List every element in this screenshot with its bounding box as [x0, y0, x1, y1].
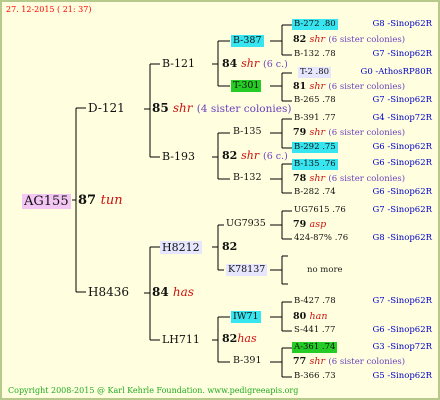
gen1-source: G8 -Sinop62R [372, 233, 432, 243]
gen1-source: G0 -AthosRP80R [360, 67, 432, 77]
gen1-name[interactable]: B-265 .78 [294, 96, 336, 105]
dam-race: shr [172, 101, 193, 115]
gen3-info: 84 shr (6 c.) [222, 57, 288, 70]
gen1-name[interactable]: B-135 .76 [292, 159, 338, 170]
queen-root-name[interactable]: AG155 [22, 194, 71, 209]
pedigree-chart: 27. 12-2015 ( 21: 37) Copyright 2008-201… [0, 0, 440, 400]
queen-root-info: 87 tun [78, 194, 123, 207]
gen2-detail: 79 shr (6 sister colonies) [293, 127, 406, 138]
gen1-source: G6 -Sinop62R [372, 142, 432, 152]
gen1-name[interactable]: B-132 .78 [294, 50, 336, 59]
gen1-name[interactable]: UG7615 .76 [294, 206, 346, 215]
gen3-info: 82 shr (6 c.) [222, 149, 288, 162]
gen1-source: G6 -Sinop62R [372, 187, 432, 197]
gen1-name[interactable]: B-292 .75 [292, 142, 338, 153]
gen1-source: G7 -Sinop62R [372, 95, 432, 105]
gen3-name[interactable]: B-121 [162, 58, 195, 69]
date-stamp: 27. 12-2015 ( 21: 37) [6, 5, 92, 14]
queen-root-race: tun [100, 193, 123, 208]
gen2-detail: 81 shr (6 sister colonies) [293, 81, 406, 92]
queen-root-number: 87 [78, 193, 97, 208]
gen2-detail: 82 shr (6 sister colonies) [293, 34, 406, 45]
gen2-detail: 79 asp [293, 219, 327, 230]
gen2-name[interactable]: B-391 [233, 356, 262, 366]
gen1-name[interactable]: B-272 .80 [292, 19, 338, 30]
dam-number: 85 [152, 101, 169, 115]
gen1-source: G6 -Sinop62R [372, 325, 432, 335]
gen2-detail: no more [307, 265, 343, 275]
sire-race: has [172, 285, 194, 299]
gen1-source: G4 -Sinop72R [372, 113, 432, 123]
gen3-name[interactable]: B-193 [162, 151, 195, 162]
gen1-source: G3 -Sinop72R [372, 342, 432, 352]
gen1-source: G7 -Sinop62R [372, 296, 432, 306]
gen2-name[interactable]: T-301 [231, 80, 262, 92]
sire-number: 84 [152, 285, 169, 299]
gen2-name[interactable]: K78137 [226, 264, 268, 276]
gen2-detail: 78 shr (6 sister colonies) [293, 173, 406, 184]
gen1-source: G7 -Sinop62R [372, 49, 432, 59]
gen1-name[interactable]: S-441 .77 [294, 326, 335, 335]
gen1-name[interactable]: B-282 .74 [294, 188, 336, 197]
gen1-name[interactable]: B-391 .77 [294, 114, 336, 123]
gen3-info: 82has [222, 332, 257, 345]
dam-info: 85 shr (4 sister colonies) [152, 102, 291, 115]
gen2-detail: 77 shr (6 sister colonies) [293, 356, 406, 367]
dam-name[interactable]: D-121 [88, 102, 125, 114]
gen3-info: 82 [222, 240, 238, 253]
gen1-name[interactable]: B-366 .73 [294, 372, 336, 381]
sire-info: 84 has [152, 286, 194, 298]
gen3-name[interactable]: LH711 [162, 334, 200, 345]
gen1-source: G7 -Sinop62R [372, 205, 432, 215]
gen1-source: G6 -Sinop62R [372, 158, 432, 168]
sire-name[interactable]: H8436 [88, 286, 129, 298]
gen2-name[interactable]: B-132 [233, 173, 262, 183]
gen1-name[interactable]: T-2 .80 [298, 67, 332, 78]
gen1-source: G8 -Sinop62R [372, 19, 432, 29]
gen1-name[interactable]: B-427 .78 [294, 297, 336, 306]
gen2-name[interactable]: B-387 [231, 35, 264, 47]
gen2-name[interactable]: B-135 [233, 127, 262, 137]
gen1-name[interactable]: 424-87% .76 [294, 234, 348, 243]
gen2-detail: 80 han [293, 311, 328, 322]
gen1-source: G5 -Sinop62R [372, 371, 432, 381]
gen1-name[interactable]: A-361 .74 [292, 342, 338, 353]
gen2-name[interactable]: UG7935 [226, 219, 266, 229]
dam-sister-note: (4 sister colonies) [196, 103, 292, 115]
copyright-footer: Copyright 2008-2015 @ Karl Kehrle Founda… [8, 386, 299, 395]
gen3-name[interactable]: H8212 [160, 241, 202, 254]
gen2-name[interactable]: IW71 [231, 311, 261, 323]
